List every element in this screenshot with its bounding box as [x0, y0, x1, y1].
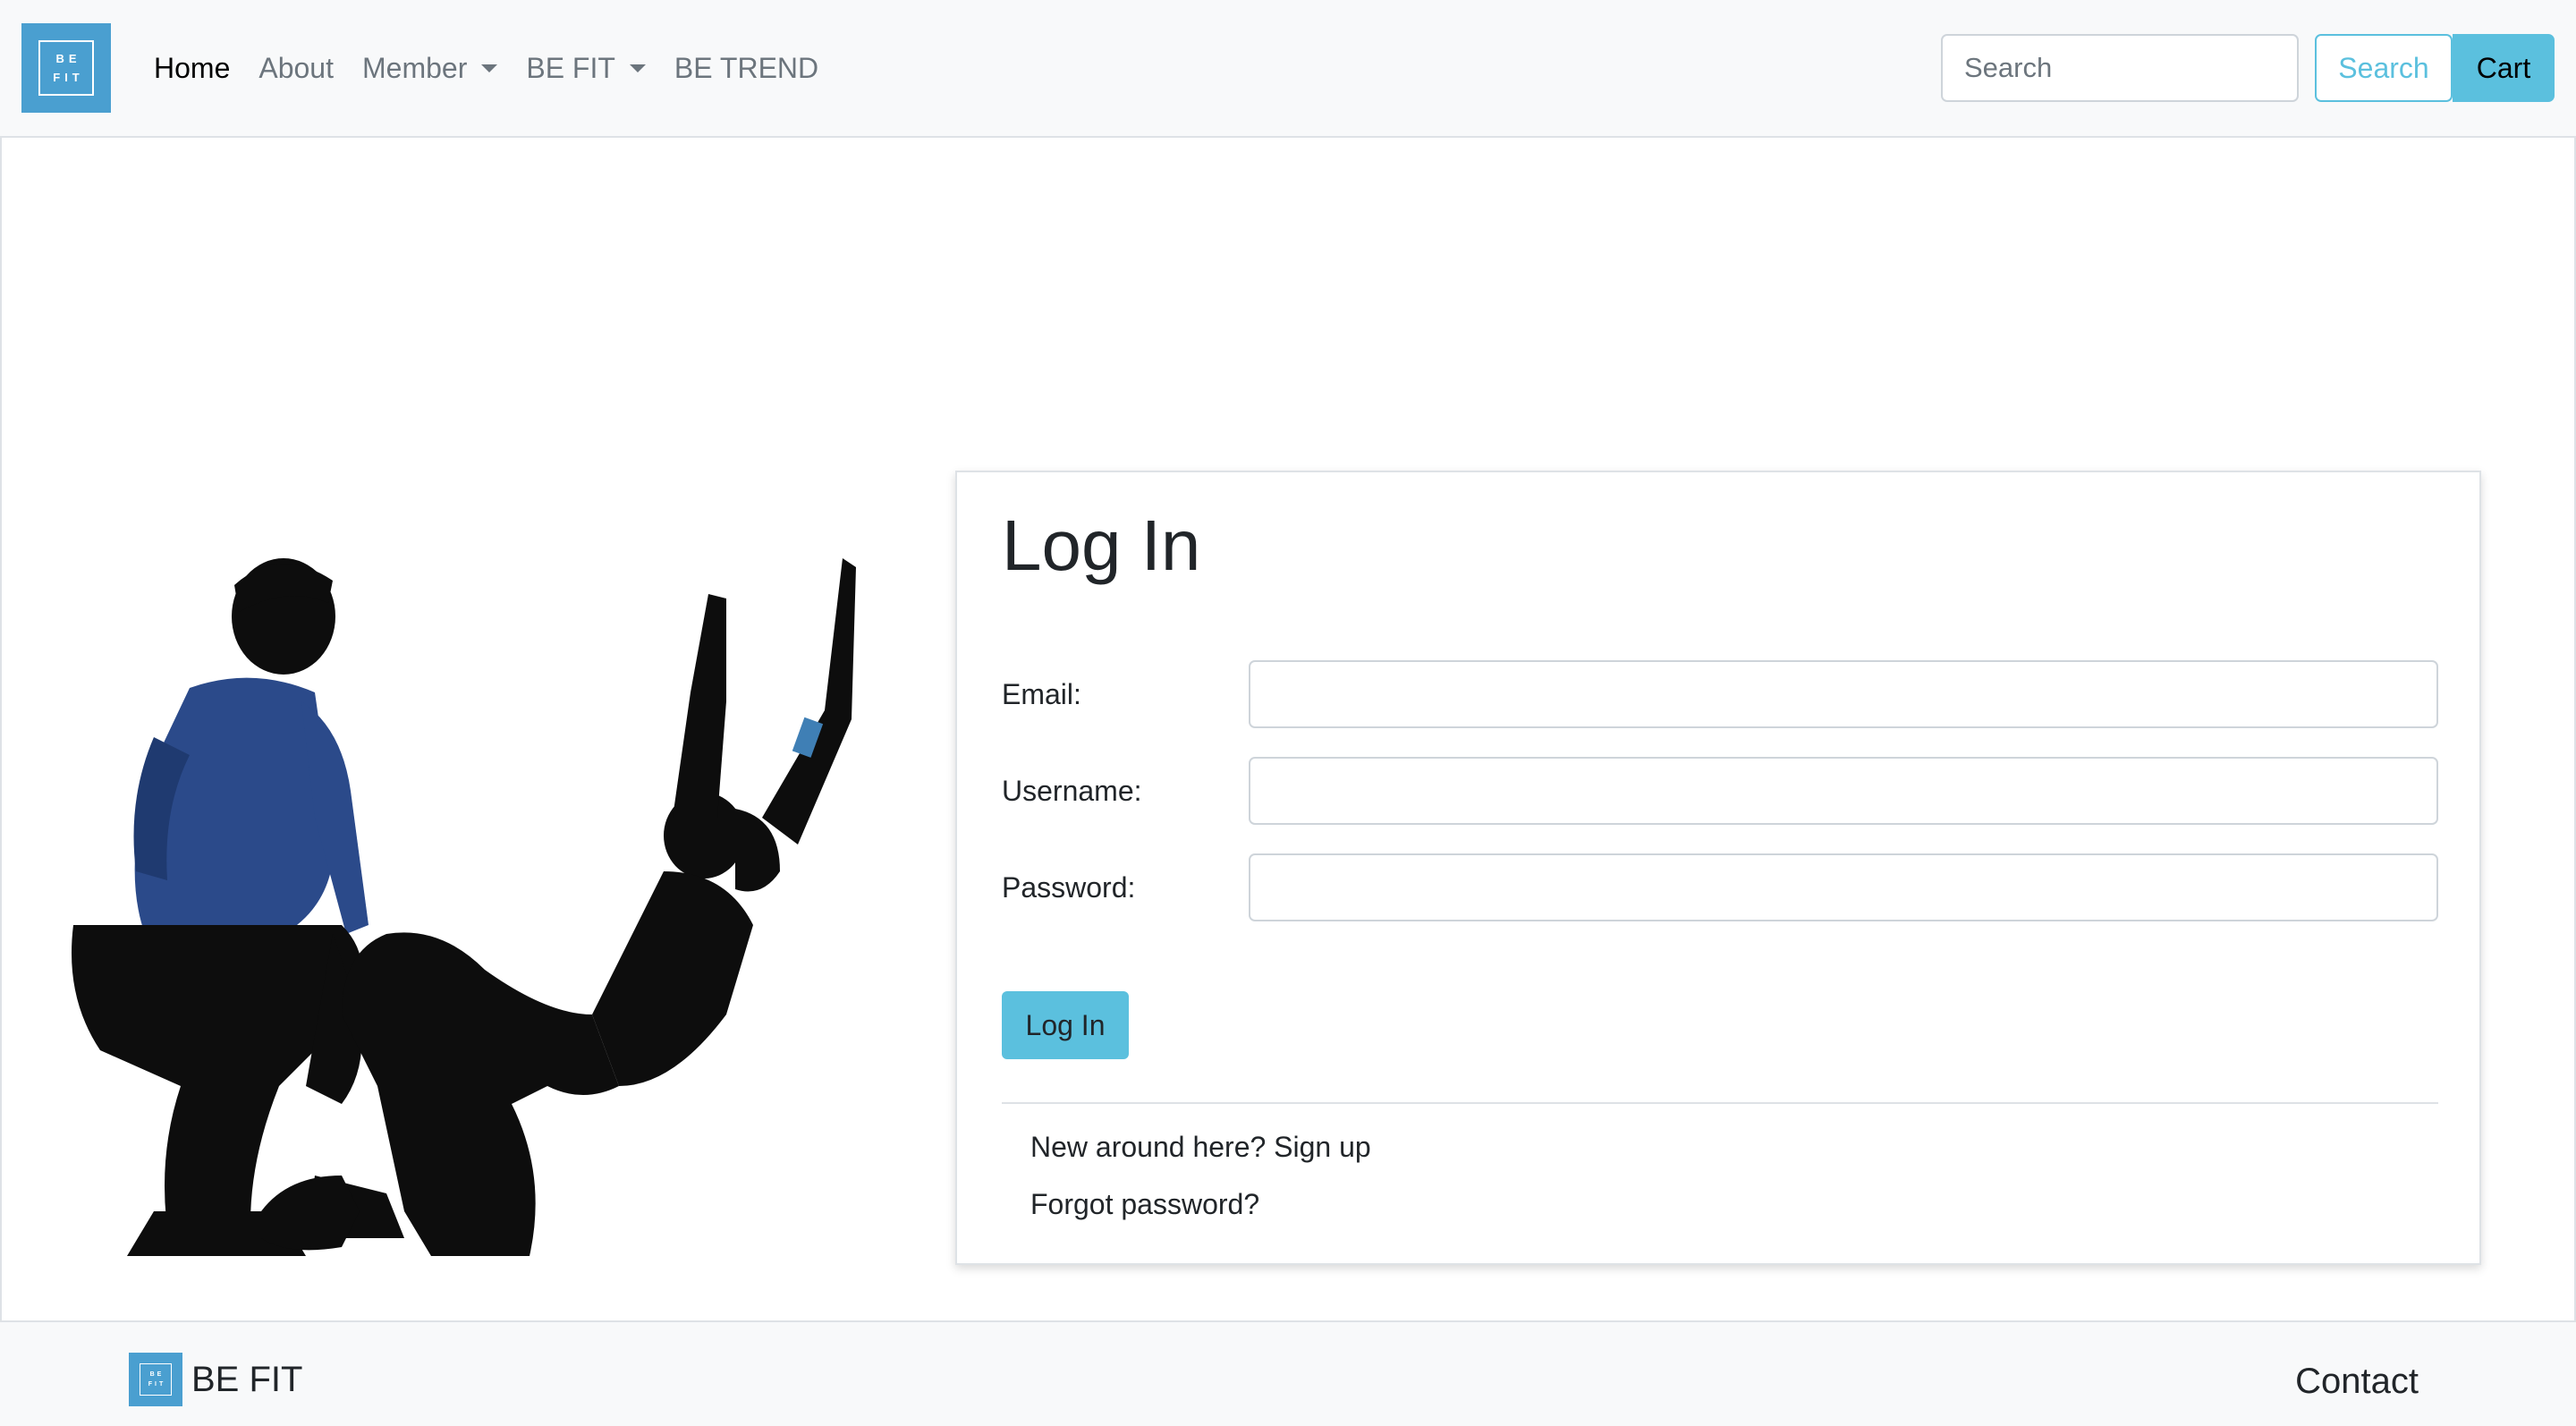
email-label: Email: — [1002, 678, 1081, 710]
password-field[interactable] — [1249, 853, 2438, 921]
password-label: Password: — [1002, 871, 1136, 904]
cart-button[interactable]: Cart — [2453, 34, 2555, 102]
footer-logo-mark: BE FIT — [140, 1363, 172, 1396]
email-field[interactable] — [1249, 660, 2438, 728]
brand-logo[interactable]: BE FIT — [21, 23, 111, 113]
login-submit-button[interactable]: Log In — [1002, 991, 1129, 1059]
nav-about[interactable]: About — [258, 52, 334, 85]
footer-logo-text-top: BE — [149, 1371, 165, 1378]
footer-logo[interactable]: BE FIT — [129, 1353, 182, 1406]
forgot-password-link[interactable]: Forgot password? — [1030, 1188, 1259, 1221]
logo-mark: BE FIT — [38, 40, 94, 96]
nav-member-dropdown[interactable]: Member — [361, 51, 498, 85]
navbar: BE FIT Home About Member BE FIT BE TREND… — [0, 0, 2576, 136]
search-button[interactable]: Search — [2315, 34, 2453, 102]
footer: BE FIT BE FIT Contact — [0, 1322, 2576, 1426]
nav-links: Home About Member BE FIT BE TREND — [154, 45, 847, 91]
email-row: Email: — [1002, 660, 2438, 728]
footer-logo-text-bottom: FIT — [148, 1381, 166, 1388]
nav-betrend[interactable]: BE TREND — [674, 52, 818, 85]
logo-text-bottom: FIT — [53, 71, 84, 84]
main-content: Log In Email: Username: Password: Log In… — [0, 136, 2576, 1322]
username-field[interactable] — [1249, 757, 2438, 825]
logo-text-top: BE — [55, 52, 81, 65]
nav-befit-label: BE FIT — [526, 51, 615, 84]
login-card: Log In Email: Username: Password: Log In… — [955, 471, 2481, 1265]
fitness-hero-image — [72, 558, 856, 1256]
nav-befit-dropdown[interactable]: BE FIT — [526, 52, 646, 85]
footer-contact-link[interactable]: Contact — [2295, 1354, 2419, 1408]
nav-member-label: Member — [361, 51, 468, 84]
signup-link[interactable]: New around here? Sign up — [1030, 1131, 1371, 1164]
page-title: Log In — [1002, 505, 1201, 585]
caret-down-icon — [629, 64, 646, 72]
username-row: Username: — [1002, 757, 2438, 825]
search-input[interactable] — [1941, 34, 2299, 102]
nav-home[interactable]: Home — [154, 52, 230, 85]
username-label: Username: — [1002, 775, 1142, 807]
footer-brand[interactable]: BE FIT — [191, 1353, 302, 1406]
divider — [1002, 1102, 2438, 1104]
password-row: Password: — [1002, 853, 2438, 921]
caret-down-icon — [481, 64, 498, 72]
